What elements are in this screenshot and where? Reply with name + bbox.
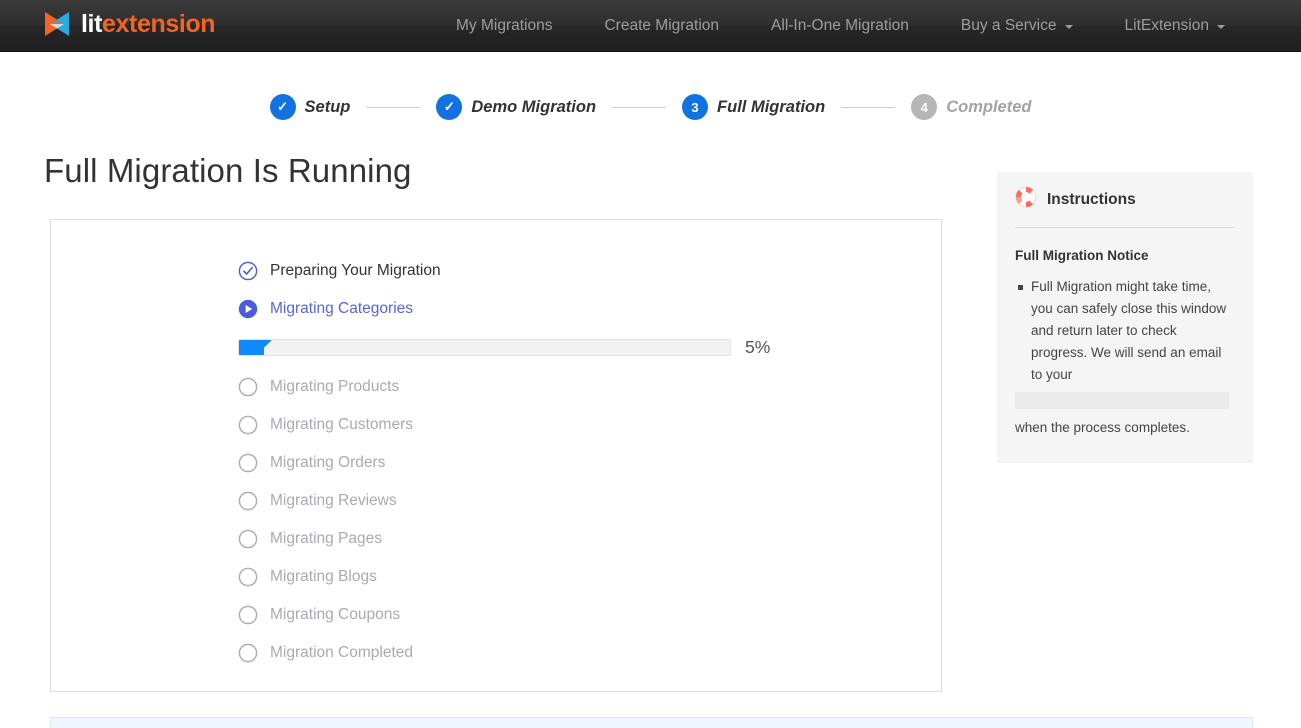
nav-item-my-migrations-label: My Migrations <box>456 0 552 52</box>
progress-bar-row: 5% <box>238 332 770 362</box>
chevron-down-icon <box>1217 25 1225 29</box>
lifebuoy-icon <box>1015 186 1037 213</box>
empty-circle-icon <box>238 415 258 435</box>
progress-step-label: Preparing Your Migration <box>270 262 441 280</box>
stepper-step-demo-migration[interactable]: ✓ Demo Migration <box>436 94 596 120</box>
stepper-badge-number: 3 <box>682 94 708 120</box>
progress-step-label: Migrating Pages <box>270 530 382 548</box>
stepper-separator <box>366 107 420 108</box>
migration-progress-list: Preparing Your Migration Migrating Categ… <box>238 252 770 672</box>
stepper-step-completed: 4 Completed <box>911 94 1031 120</box>
empty-circle-icon <box>238 529 258 549</box>
empty-circle-icon <box>238 491 258 511</box>
nav-item-account-menu[interactable]: LitExtension <box>1099 0 1251 52</box>
stepper-separator <box>841 107 895 108</box>
migration-stepper: ✓ Setup ✓ Demo Migration 3 Full Migratio… <box>0 94 1301 120</box>
progress-step-migrating-blogs: Migrating Blogs <box>238 558 770 596</box>
progress-step-label: Migrating Reviews <box>270 492 397 510</box>
progress-step-label: Migrating Categories <box>270 300 413 318</box>
nav-item-all-in-one-migration[interactable]: All-In-One Migration <box>745 0 935 52</box>
progress-step-label: Migrating Orders <box>270 454 385 472</box>
progress-step-label: Migrating Customers <box>270 416 413 434</box>
progress-step-migration-completed: Migration Completed <box>238 634 770 672</box>
progress-step-migrating-reviews: Migrating Reviews <box>238 482 770 520</box>
stepper-badge-check-icon: ✓ <box>436 94 462 120</box>
progress-step-migrating-coupons: Migrating Coupons <box>238 596 770 634</box>
progress-step-migrating-pages: Migrating Pages <box>238 520 770 558</box>
play-circle-filled-icon <box>238 299 258 319</box>
instructions-notice-item: Full Migration might take time, you can … <box>1031 276 1235 439</box>
top-navbar: litextension My Migrations Create Migrat… <box>0 0 1301 52</box>
stepper-badge-number: 4 <box>911 94 937 120</box>
nav-item-my-migrations[interactable]: My Migrations <box>430 0 578 52</box>
brand-wordmark-lit: lit <box>81 10 102 38</box>
instructions-panel: Instructions Full Migration Notice Full … <box>997 172 1253 463</box>
stepper-label-full-migration: Full Migration <box>717 98 825 117</box>
instructions-notice-tail: when the process completes. <box>1015 417 1235 439</box>
nav-item-buy-a-service[interactable]: Buy a Service <box>935 0 1099 52</box>
instructions-subtitle: Full Migration Notice <box>997 228 1253 263</box>
nav-item-all-in-one-migration-label: All-In-One Migration <box>771 0 909 52</box>
instructions-title: Instructions <box>1047 191 1136 209</box>
stepper-badge-check-icon: ✓ <box>270 94 296 120</box>
progress-step-preparing-your-migration: Preparing Your Migration <box>238 252 770 290</box>
redacted-email-placeholder <box>1015 392 1229 409</box>
page-title: Full Migration Is Running <box>44 152 412 190</box>
brand-wordmark: litextension <box>81 9 215 39</box>
empty-circle-icon <box>238 643 258 663</box>
instructions-notice-list: Full Migration might take time, you can … <box>997 263 1253 439</box>
progress-step-label: Migration Completed <box>270 644 413 662</box>
progress-step-migrating-customers: Migrating Customers <box>238 406 770 444</box>
instructions-notice-lead: Full Migration might take time, you can … <box>1031 279 1226 382</box>
litextension-arrows-logo-icon <box>42 9 72 39</box>
chevron-down-icon <box>1065 25 1073 29</box>
main-nav: My Migrations Create Migration All-In-On… <box>430 0 1251 52</box>
progress-bar-fill <box>239 340 264 355</box>
check-circle-outline-icon <box>238 261 258 281</box>
brand-logo-link[interactable]: litextension <box>42 9 215 39</box>
progress-step-migrating-orders: Migrating Orders <box>238 444 770 482</box>
stepper-separator <box>612 107 666 108</box>
nav-item-create-migration[interactable]: Create Migration <box>578 0 745 52</box>
empty-circle-icon <box>238 453 258 473</box>
progress-step-label: Migrating Products <box>270 378 399 396</box>
nav-item-buy-a-service-label: Buy a Service <box>961 0 1057 52</box>
nav-item-create-migration-label: Create Migration <box>604 0 719 52</box>
empty-circle-icon <box>238 605 258 625</box>
empty-circle-icon <box>238 377 258 397</box>
progress-bar-track <box>238 339 731 356</box>
stepper-step-full-migration[interactable]: 3 Full Migration <box>682 94 825 120</box>
brand-wordmark-extension: extension <box>102 10 215 38</box>
progress-step-label: Migrating Blogs <box>270 568 377 586</box>
empty-circle-icon <box>238 567 258 587</box>
instructions-header: Instructions <box>997 172 1253 213</box>
bottom-info-alert <box>50 717 1253 728</box>
stepper-step-setup[interactable]: ✓ Setup <box>270 94 351 120</box>
progress-step-label: Migrating Coupons <box>270 606 400 624</box>
stepper-label-demo-migration: Demo Migration <box>471 98 596 117</box>
stepper-label-completed: Completed <box>946 98 1031 117</box>
migration-progress-card: Preparing Your Migration Migrating Categ… <box>50 219 942 692</box>
progress-step-migrating-products: Migrating Products <box>238 368 770 406</box>
progress-percent-label: 5% <box>745 337 770 358</box>
nav-item-account-menu-label: LitExtension <box>1125 0 1209 52</box>
progress-step-migrating-categories: Migrating Categories <box>238 290 770 328</box>
stepper-label-setup: Setup <box>305 98 351 117</box>
